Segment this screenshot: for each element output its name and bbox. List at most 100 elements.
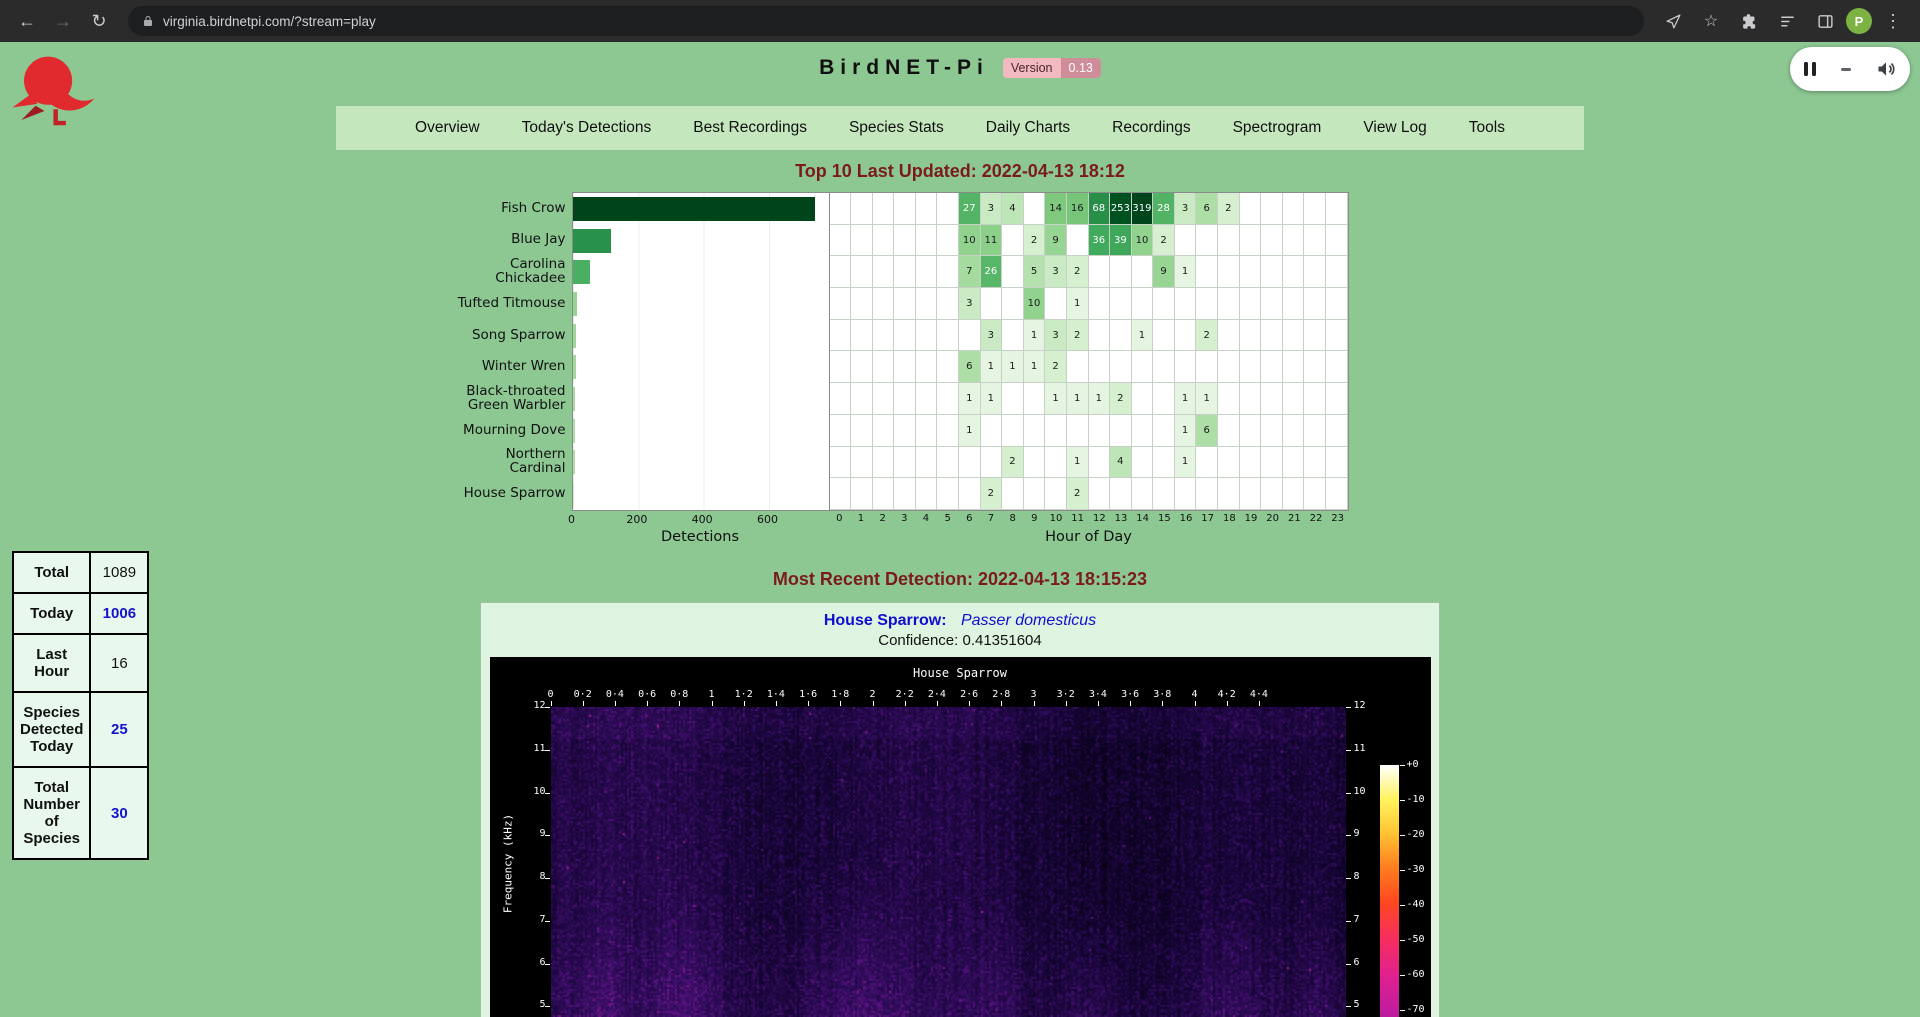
spec-y-tick-label: 5	[1354, 999, 1360, 1010]
nav-item-recordings[interactable]: Recordings	[1091, 119, 1211, 137]
side-panel-button[interactable]	[1808, 4, 1842, 38]
nav-item-daily-charts[interactable]: Daily Charts	[965, 119, 1091, 137]
bar-axis: 0200400600	[572, 513, 829, 527]
heat-cell	[916, 288, 938, 320]
heat-cell: 3	[959, 288, 981, 320]
heat-cell	[894, 383, 916, 415]
spec-x-tick-label: 3·4	[1089, 689, 1107, 700]
profile-avatar[interactable]: P	[1846, 8, 1872, 34]
species-latin-name-link[interactable]: Passer domesticus	[961, 612, 1096, 629]
heat-cell: 6	[959, 351, 981, 383]
heat-cell	[1240, 478, 1262, 510]
spec-x-tick	[1066, 701, 1067, 706]
address-bar[interactable]: virginia.birdnetpi.com/?stream=play	[128, 6, 1644, 36]
nav-item-today-s-detections[interactable]: Today's Detections	[501, 119, 673, 137]
hour-tick-label: 22	[1305, 513, 1327, 527]
bookmark-button[interactable]: ☆	[1694, 4, 1728, 38]
heat-cell	[1089, 478, 1111, 510]
heat-cell: 39	[1110, 225, 1132, 257]
pause-button[interactable]	[1804, 62, 1816, 76]
heat-cell	[873, 256, 895, 288]
colorbar-tick-label: -30	[1407, 864, 1425, 875]
bar-row	[573, 225, 829, 257]
heat-cell	[1304, 288, 1326, 320]
spec-x-tick-label: 3·6	[1121, 689, 1139, 700]
heat-cell	[1304, 383, 1326, 415]
stats-label: Species Detected Today	[13, 692, 90, 767]
back-button[interactable]: ←	[10, 4, 44, 38]
heat-cell	[1153, 383, 1175, 415]
nav-item-spectrogram[interactable]: Spectrogram	[1212, 119, 1343, 137]
hour-tick-label: 9	[1023, 513, 1045, 527]
reading-list-button[interactable]	[1770, 4, 1804, 38]
detections-bar	[573, 482, 574, 506]
spec-x-tick	[1098, 701, 1099, 706]
spec-y-tick-label: 5	[516, 999, 546, 1010]
spec-x-tick	[1130, 701, 1131, 706]
heat-cell: 1	[1067, 288, 1089, 320]
heat-cell	[1283, 415, 1305, 447]
spec-x-tick	[776, 701, 777, 706]
species-common-name-link[interactable]: House Sparrow:	[824, 612, 947, 629]
spec-x-tick	[905, 701, 906, 706]
stats-value[interactable]: 25	[90, 692, 148, 767]
heat-cell	[851, 383, 873, 415]
heat-cell	[1218, 415, 1240, 447]
forward-icon: →	[54, 11, 72, 32]
nav-item-species-stats[interactable]: Species Stats	[828, 119, 965, 137]
hour-tick-label: 16	[1175, 513, 1197, 527]
nav-item-tools[interactable]: Tools	[1448, 119, 1526, 137]
spec-x-tick-label: 1·8	[831, 689, 849, 700]
heat-cell	[1240, 447, 1262, 479]
spec-y-tick	[1346, 1006, 1351, 1007]
heat-cell	[1261, 415, 1283, 447]
hour-tick-label: 14	[1132, 513, 1154, 527]
heat-cell	[1304, 225, 1326, 257]
heat-cell	[916, 415, 938, 447]
heat-cell: 2	[1067, 478, 1089, 510]
heat-cell	[1024, 415, 1046, 447]
heat-cell	[1283, 383, 1305, 415]
spec-x-tick-label: 1	[708, 689, 714, 700]
stats-value[interactable]: 30	[90, 767, 148, 859]
stats-value[interactable]: 1006	[90, 593, 148, 634]
heat-cell: 16	[1067, 193, 1089, 225]
species-label: Northern Cardinal	[454, 446, 566, 478]
heat-cell: 2	[981, 478, 1003, 510]
send-button[interactable]	[1656, 4, 1690, 38]
heat-cell	[959, 447, 981, 479]
heat-cell	[894, 225, 916, 257]
heat-cell	[1002, 225, 1024, 257]
nav-item-best-recordings[interactable]: Best Recordings	[672, 119, 828, 137]
seek-bar[interactable]	[1841, 68, 1851, 71]
url-text: virginia.birdnetpi.com/?stream=play	[163, 14, 376, 29]
reload-button[interactable]: ↻	[82, 4, 116, 38]
species-label: Mourning Dove	[454, 414, 566, 446]
bar-axis-title: Detections	[572, 529, 829, 545]
stats-label: Total	[13, 552, 90, 593]
forward-button[interactable]: →	[46, 4, 80, 38]
species-label: Winter Wren	[454, 350, 566, 382]
heat-cell	[894, 256, 916, 288]
hour-tick-label: 1	[850, 513, 872, 527]
heat-cell	[1240, 288, 1262, 320]
heat-cell	[851, 288, 873, 320]
bar-tick-label: 400	[692, 513, 713, 526]
heat-cell: 14	[1045, 193, 1067, 225]
heat-cell	[1002, 288, 1024, 320]
heat-cell	[1240, 320, 1262, 352]
heat-cell	[830, 288, 852, 320]
stats-table: Total1089Today1006Last Hour16Species Det…	[12, 551, 149, 860]
heat-cell	[1153, 288, 1175, 320]
extensions-button[interactable]	[1732, 4, 1766, 38]
heat-cell: 1	[1024, 320, 1046, 352]
browser-menu-button[interactable]: ⋮	[1876, 4, 1910, 38]
heat-cell	[937, 225, 959, 257]
nav-item-overview[interactable]: Overview	[394, 119, 501, 137]
hour-tick-label: 15	[1153, 513, 1175, 527]
volume-icon[interactable]	[1876, 59, 1896, 79]
bar-row	[573, 447, 829, 479]
heat-cell: 2	[1110, 383, 1132, 415]
audio-player[interactable]	[1790, 47, 1910, 91]
nav-item-view-log[interactable]: View Log	[1342, 119, 1447, 137]
